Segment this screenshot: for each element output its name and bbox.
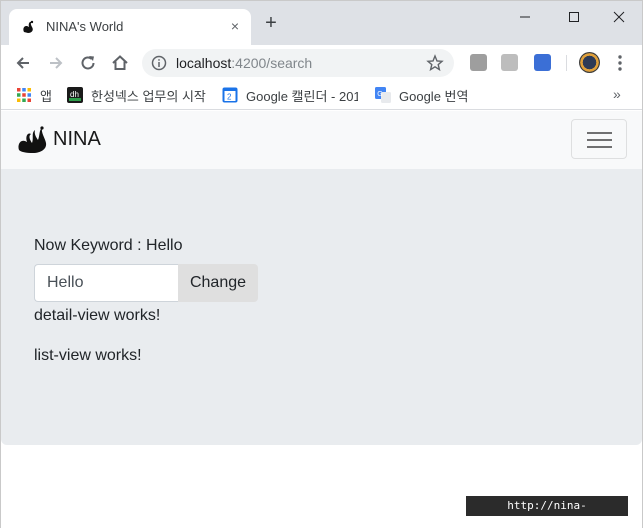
url-text: localhost:4200/search (176, 55, 312, 71)
tab-title: NINA's World (46, 19, 124, 34)
tab-close-icon[interactable]: × (227, 18, 243, 34)
search-panel: Now Keyword : Hello Change detail-view w… (1, 169, 642, 445)
list-view-text: list-view works! (34, 347, 142, 364)
hamburger-icon (587, 132, 612, 134)
keyword-input[interactable] (34, 264, 178, 302)
svg-text:2: 2 (227, 93, 232, 102)
bookmark-google-calendar[interactable]: 2 Google 캘린더 - 2019 (222, 86, 358, 104)
maximize-icon[interactable] (562, 7, 586, 27)
current-keyword: Now Keyword : Hello (34, 237, 183, 254)
bookmark-label: Google 캘린더 - 2019 (246, 88, 358, 104)
extension-1-icon[interactable] (470, 54, 487, 71)
bookmark-label: Google 번역 (399, 88, 469, 104)
extension-3-icon[interactable] (534, 54, 551, 71)
kebab-menu-icon[interactable] (612, 53, 628, 73)
tab-strip: NINA's World × + (1, 1, 642, 45)
back-arrow-icon[interactable] (13, 53, 33, 73)
keyword-input-group: Change (34, 264, 258, 302)
google-calendar-icon: 2 (222, 87, 238, 103)
svg-text:G: G (377, 91, 382, 98)
url-path: :4200/search (231, 55, 313, 71)
swan-favicon-icon (23, 20, 34, 33)
hansung-icon: dh (67, 87, 83, 103)
brand-name[interactable]: NINA (53, 128, 101, 151)
new-tab-button[interactable]: + (260, 13, 282, 33)
bookmark-label: 한성넥스 업무의 시작 (91, 88, 206, 104)
bookmarks-overflow-icon[interactable]: » (613, 86, 621, 102)
bookmark-hansung[interactable]: dh 한성넥스 업무의 시작 (67, 86, 207, 104)
app-navbar: NINA (1, 111, 642, 169)
navbar-toggler-button[interactable] (571, 119, 627, 159)
google-translate-icon: G (375, 87, 391, 103)
bookmark-star-icon[interactable] (426, 54, 444, 72)
bookmark-label: 앱 (40, 88, 52, 104)
tab-active[interactable]: NINA's World × (9, 9, 251, 45)
change-button[interactable]: Change (178, 264, 258, 302)
window-close-icon[interactable] (607, 7, 631, 27)
web-page: NINA Now Keyword : Hello Change detail-v… (1, 111, 642, 528)
minimize-icon[interactable] (513, 7, 537, 27)
home-icon[interactable] (110, 53, 130, 73)
reload-icon[interactable] (78, 53, 98, 73)
bookmark-google-translate[interactable]: G Google 번역 (375, 86, 468, 104)
swan-logo-icon[interactable] (16, 123, 49, 156)
site-info-icon[interactable] (151, 55, 167, 71)
toolbar-separator (566, 55, 567, 71)
watermark: http://nina-life.tistory.com (466, 496, 628, 528)
hamburger-icon (587, 146, 612, 148)
bookmarks-bar: 앱 dh 한성넥스 업무의 시작 2 Google 캘린더 - 2019 G G… (1, 81, 642, 110)
forward-arrow-icon[interactable] (46, 53, 66, 73)
bookmark-apps[interactable]: 앱 (16, 86, 52, 104)
address-bar[interactable]: localhost:4200/search (142, 49, 454, 77)
browser-toolbar: localhost:4200/search (1, 45, 642, 81)
extension-2-icon[interactable] (501, 54, 518, 71)
profile-avatar[interactable] (579, 52, 600, 73)
svg-text:dh: dh (70, 90, 79, 99)
hamburger-icon (587, 139, 612, 141)
browser-window: NINA's World × + localhost:4200/search 앱… (0, 0, 643, 528)
url-host: localhost (176, 55, 232, 71)
detail-view-text: detail-view works! (34, 307, 161, 324)
apps-grid-icon (17, 88, 31, 102)
